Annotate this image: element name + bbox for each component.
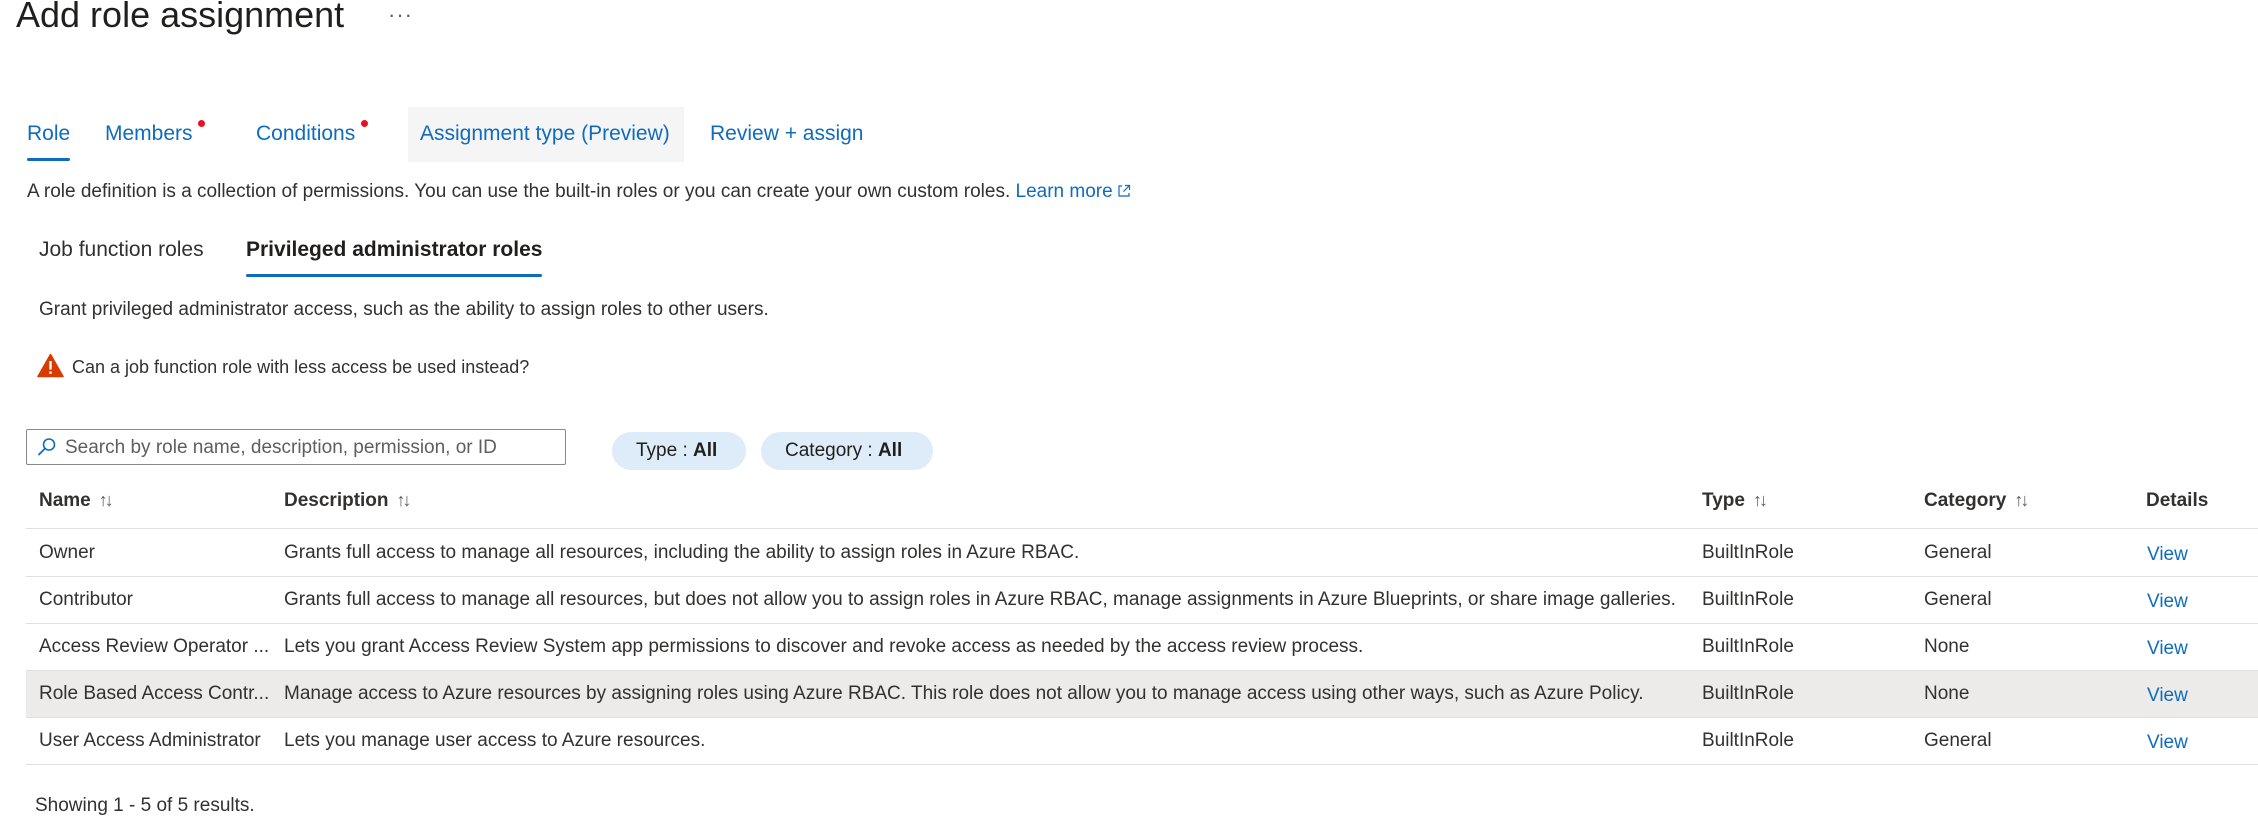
- tab-review-assign-label: Review + assign: [710, 122, 864, 145]
- tab-role[interactable]: Role: [27, 122, 71, 162]
- search-box[interactable]: [26, 429, 566, 465]
- more-options-button[interactable]: ···: [388, 2, 413, 28]
- view-details-link[interactable]: View: [2147, 591, 2188, 613]
- role-definition-description: A role definition is a collection of per…: [27, 181, 1131, 203]
- external-link-icon: [1118, 184, 1130, 197]
- role-description-cell: Manage access to Azure resources by assi…: [284, 683, 1644, 704]
- learn-more-link[interactable]: Learn more: [1016, 181, 1131, 202]
- tab-conditions-label: Conditions: [256, 122, 356, 145]
- table-row[interactable]: Contributor Grants full access to manage…: [26, 577, 2258, 624]
- column-header-category-label: Category: [1924, 490, 2007, 511]
- role-name-cell: Owner: [39, 542, 95, 563]
- subtab-job-function-roles-label: Job function roles: [39, 238, 204, 261]
- warning-text: Can a job function role with less access…: [72, 357, 530, 377]
- role-type-cell: BuiltInRole: [1702, 542, 1794, 563]
- role-category-cell: General: [1924, 730, 1992, 751]
- role-description-cell: Grants full access to manage all resourc…: [284, 589, 1676, 610]
- column-header-name-label: Name: [39, 490, 91, 511]
- role-name-cell: Contributor: [39, 589, 133, 610]
- tab-review-assign[interactable]: Review + assign: [710, 122, 864, 162]
- category-filter-value: All: [877, 440, 903, 461]
- view-details-link[interactable]: View: [2147, 685, 2188, 707]
- column-header-type-label: Type: [1702, 490, 1745, 511]
- column-header-type[interactable]: Type ↑↓: [1702, 490, 1768, 512]
- tab-conditions[interactable]: Conditions: [256, 120, 368, 162]
- sort-icon[interactable]: ↑↓: [99, 490, 114, 511]
- search-icon: [38, 438, 56, 456]
- role-name-cell: Access Review Operator ...: [39, 636, 270, 657]
- subtab-privileged-admin-roles-label: Privileged administrator roles: [246, 238, 543, 261]
- tab-active-indicator: [27, 158, 71, 161]
- table-header-divider: [26, 528, 2258, 529]
- column-header-name[interactable]: Name ↑↓: [39, 490, 114, 512]
- view-details-link[interactable]: View: [2147, 638, 2188, 660]
- table-row[interactable]: Access Review Operator ... Lets you gran…: [26, 624, 2258, 671]
- role-category-cell: General: [1924, 589, 1992, 610]
- sort-icon[interactable]: ↑↓: [1753, 490, 1768, 511]
- table-row[interactable]: User Access Administrator Lets you manag…: [26, 718, 2258, 765]
- tab-members-label: Members: [105, 122, 193, 145]
- view-details-link[interactable]: View: [2147, 544, 2188, 566]
- column-header-details: Details: [2146, 490, 2208, 512]
- role-name-cell: Role Based Access Contr...: [39, 683, 270, 704]
- type-filter-value: All: [693, 440, 718, 461]
- subtab-active-indicator: [246, 274, 543, 277]
- column-header-description[interactable]: Description ↑↓: [284, 490, 412, 512]
- subtab-privileged-admin-roles[interactable]: Privileged administrator roles: [246, 238, 543, 278]
- category-filter-pill[interactable]: Category : All: [761, 432, 933, 470]
- role-type-cell: BuiltInRole: [1702, 589, 1794, 610]
- tab-members[interactable]: Members: [105, 120, 205, 162]
- required-dot-icon: [361, 120, 368, 127]
- intro-text: A role definition is a collection of per…: [27, 181, 1011, 202]
- page-title: Add role assignment: [16, 0, 345, 35]
- role-type-cell: BuiltInRole: [1702, 683, 1794, 704]
- role-category-cell: General: [1924, 542, 1992, 563]
- role-category-cell: None: [1924, 636, 1970, 657]
- tab-assignment-type-label: Assignment type (Preview): [420, 122, 670, 145]
- role-type-cell: BuiltInRole: [1702, 730, 1794, 751]
- warning-icon: [37, 353, 64, 378]
- learn-more-label: Learn more: [1015, 181, 1113, 202]
- category-filter-label: Category :: [785, 440, 878, 461]
- warning-message: Can a job function role with less access…: [37, 353, 529, 378]
- role-description-cell: Grants full access to manage all resourc…: [284, 542, 1080, 563]
- results-count: Showing 1 - 5 of 5 results.: [35, 795, 255, 816]
- tab-assignment-type[interactable]: Assignment type (Preview): [420, 122, 670, 162]
- role-description-cell: Lets you manage user access to Azure res…: [284, 730, 706, 751]
- column-header-description-label: Description: [284, 490, 389, 511]
- required-dot-icon: [198, 120, 205, 127]
- view-details-link[interactable]: View: [2147, 732, 2188, 754]
- column-header-details-label: Details: [2146, 490, 2209, 511]
- search-input[interactable]: [63, 432, 557, 464]
- table-row-selected[interactable]: Role Based Access Contr... Manage access…: [26, 671, 2258, 718]
- type-filter-label: Type :: [636, 440, 694, 461]
- column-header-category[interactable]: Category ↑↓: [1924, 490, 2029, 512]
- type-filter-pill[interactable]: Type : All: [612, 432, 746, 470]
- role-description-cell: Lets you grant Access Review System app …: [284, 636, 1364, 657]
- privileged-roles-description: Grant privileged administrator access, s…: [39, 299, 769, 320]
- sort-icon[interactable]: ↑↓: [397, 490, 412, 511]
- role-name-cell: User Access Administrator: [39, 730, 261, 751]
- table-row[interactable]: Owner Grants full access to manage all r…: [26, 530, 2258, 577]
- sort-icon[interactable]: ↑↓: [2014, 490, 2029, 511]
- tab-role-label: Role: [27, 122, 71, 145]
- role-type-cell: BuiltInRole: [1702, 636, 1794, 657]
- role-category-cell: None: [1924, 683, 1970, 704]
- subtab-job-function-roles[interactable]: Job function roles: [39, 238, 204, 278]
